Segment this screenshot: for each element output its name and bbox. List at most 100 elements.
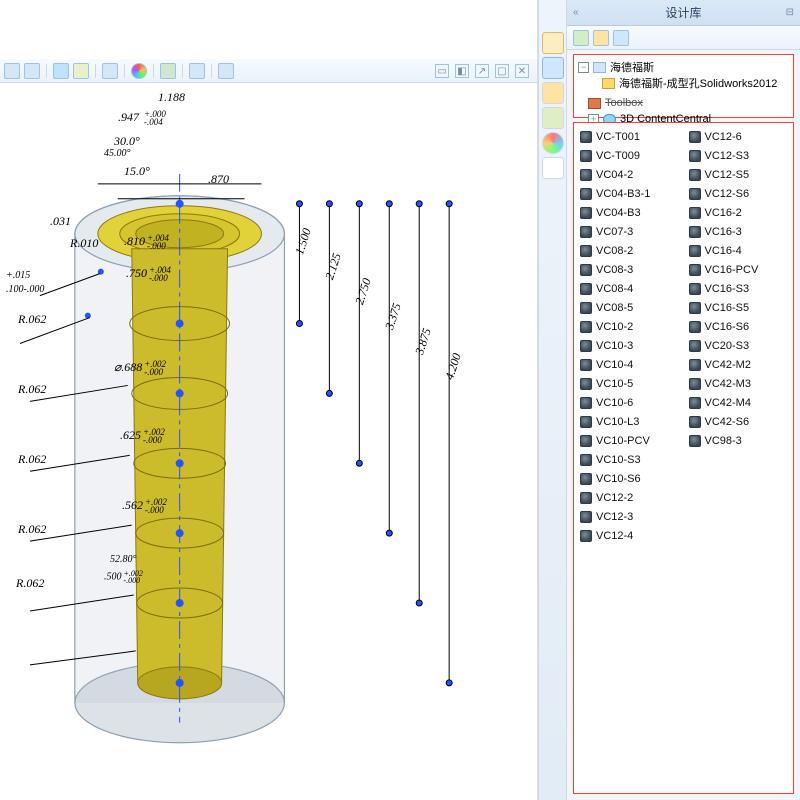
list-item-label: VC16-4 bbox=[705, 245, 742, 257]
part-icon bbox=[689, 283, 701, 295]
tree-root[interactable]: − 海德福斯 bbox=[578, 59, 789, 75]
list-item[interactable]: VC42-M2 bbox=[689, 355, 788, 374]
list-item[interactable]: VC12-S3 bbox=[689, 146, 788, 165]
list-item-label: VC-T001 bbox=[596, 131, 640, 143]
list-item[interactable]: VC10-4 bbox=[580, 355, 679, 374]
add-file-icon[interactable] bbox=[593, 30, 609, 46]
list-item-label: VC42-M2 bbox=[705, 359, 751, 371]
list-item-label: VC12-2 bbox=[596, 492, 633, 504]
part-icon bbox=[689, 397, 701, 409]
view-orientation-icon[interactable] bbox=[102, 63, 118, 79]
list-item[interactable]: VC98-3 bbox=[689, 431, 788, 450]
list-item[interactable]: VC12-3 bbox=[580, 507, 679, 526]
list-item[interactable]: VC12-4 bbox=[580, 526, 679, 545]
list-item-label: VC16-2 bbox=[705, 207, 742, 219]
list-item[interactable]: VC16-2 bbox=[689, 203, 788, 222]
list-item-label: VC12-S3 bbox=[705, 150, 750, 162]
list-item[interactable]: VC12-2 bbox=[580, 488, 679, 507]
part-icon bbox=[580, 473, 592, 485]
list-item[interactable]: VC16-S6 bbox=[689, 317, 788, 336]
list-item[interactable]: VC16-S5 bbox=[689, 298, 788, 317]
library-tree: − 海德福斯 海德福斯-成型孔Solidworks2012 Toolbox + … bbox=[573, 54, 794, 118]
part-icon bbox=[689, 207, 701, 219]
part-icon bbox=[689, 321, 701, 333]
list-item-label: VC12-4 bbox=[596, 530, 633, 542]
part-icon bbox=[689, 245, 701, 257]
list-item[interactable]: VC10-S3 bbox=[580, 450, 679, 469]
zoom-window-icon[interactable] bbox=[24, 63, 40, 79]
list-item[interactable]: VC08-3 bbox=[580, 260, 679, 279]
dim-750: .750+.004-.000 bbox=[126, 266, 171, 282]
tab-custom-props-icon[interactable] bbox=[542, 157, 564, 179]
section-view-icon[interactable] bbox=[73, 63, 89, 79]
list-item[interactable]: VC10-PCV bbox=[580, 431, 679, 450]
list-item-label: VC10-2 bbox=[596, 321, 633, 333]
arrow-icon[interactable]: ↗ bbox=[475, 64, 489, 78]
display-style-icon[interactable] bbox=[53, 63, 69, 79]
model-svg bbox=[0, 84, 537, 799]
tab-home-icon[interactable] bbox=[542, 32, 564, 54]
list-item[interactable]: VC42-S6 bbox=[689, 412, 788, 431]
new-folder-icon[interactable] bbox=[573, 30, 589, 46]
list-item[interactable]: VC16-4 bbox=[689, 241, 788, 260]
list-item[interactable]: VC16-3 bbox=[689, 222, 788, 241]
shaded-icon[interactable] bbox=[218, 63, 234, 79]
list-item[interactable]: VC10-5 bbox=[580, 374, 679, 393]
tree-child[interactable]: 海德福斯-成型孔Solidworks2012 bbox=[578, 75, 789, 91]
list-item[interactable]: VC12-S6 bbox=[689, 184, 788, 203]
tab-appearances-icon[interactable] bbox=[542, 132, 564, 154]
list-item-label: VC42-M3 bbox=[705, 378, 751, 390]
dim-15deg: 15.0° bbox=[124, 164, 150, 179]
list-item[interactable]: VC10-S6 bbox=[580, 469, 679, 488]
refresh-icon[interactable] bbox=[613, 30, 629, 46]
list-item[interactable]: VC-T009 bbox=[580, 146, 679, 165]
list-item[interactable]: VC10-2 bbox=[580, 317, 679, 336]
list-item[interactable]: VC16-S3 bbox=[689, 279, 788, 298]
part-icon bbox=[689, 131, 701, 143]
dim-947: .947 +.000-.004 bbox=[118, 110, 166, 126]
list-item[interactable]: VC04-2 bbox=[580, 165, 679, 184]
part-icon bbox=[689, 188, 701, 200]
list-item[interactable]: VC10-3 bbox=[580, 336, 679, 355]
list-item[interactable]: VC16-PCV bbox=[689, 260, 788, 279]
tab-file-explorer-icon[interactable] bbox=[542, 82, 564, 104]
part-icon bbox=[580, 530, 592, 542]
list-item[interactable]: VC08-5 bbox=[580, 298, 679, 317]
part-icon bbox=[689, 416, 701, 428]
list-item[interactable]: VC10-6 bbox=[580, 393, 679, 412]
list-item[interactable]: VC04-B3-1 bbox=[580, 184, 679, 203]
close-icon[interactable]: ✕ bbox=[515, 64, 529, 78]
collapse-left-icon[interactable]: « bbox=[573, 7, 579, 18]
app-root: ▭ ◧ ↗ ▢ ✕ bbox=[0, 0, 800, 800]
list-item[interactable]: VC42-M3 bbox=[689, 374, 788, 393]
list-item[interactable]: VC-T001 bbox=[580, 127, 679, 146]
restore-icon[interactable]: ◧ bbox=[455, 64, 469, 78]
tab-view-palette-icon[interactable] bbox=[542, 107, 564, 129]
panel-title: « 设计库 ⊟ bbox=[567, 0, 800, 26]
scene-icon[interactable] bbox=[160, 63, 176, 79]
maximize-icon[interactable]: ▢ bbox=[495, 64, 509, 78]
panel-toolbar bbox=[567, 26, 800, 50]
tile-icon[interactable]: ▭ bbox=[435, 64, 449, 78]
zoom-icon[interactable] bbox=[4, 63, 20, 79]
list-item[interactable]: VC20-S3 bbox=[689, 336, 788, 355]
model-canvas[interactable]: 1.188 .947 +.000-.004 30.0° 45.00° 15.0°… bbox=[0, 84, 537, 800]
list-item[interactable]: VC08-2 bbox=[580, 241, 679, 260]
list-item[interactable]: VC07-3 bbox=[580, 222, 679, 241]
list-item-label: VC10-S6 bbox=[596, 473, 641, 485]
appearance-icon[interactable] bbox=[131, 63, 147, 79]
pin-icon[interactable]: ⊟ bbox=[786, 7, 794, 18]
list-item[interactable]: VC04-B3 bbox=[580, 203, 679, 222]
list-item-label: VC98-3 bbox=[705, 435, 742, 447]
collapse-icon[interactable]: − bbox=[578, 62, 589, 73]
tree-toolbox[interactable]: Toolbox bbox=[578, 95, 789, 111]
list-item-label: VC-T009 bbox=[596, 150, 640, 162]
list-item[interactable]: VC08-4 bbox=[580, 279, 679, 298]
list-item[interactable]: VC12-S5 bbox=[689, 165, 788, 184]
list-item[interactable]: VC42-M4 bbox=[689, 393, 788, 412]
list-item[interactable]: VC10-L3 bbox=[580, 412, 679, 431]
list-item-label: VC04-2 bbox=[596, 169, 633, 181]
list-item[interactable]: VC12-6 bbox=[689, 127, 788, 146]
perspective-icon[interactable] bbox=[189, 63, 205, 79]
tab-design-library-icon[interactable] bbox=[542, 57, 564, 79]
